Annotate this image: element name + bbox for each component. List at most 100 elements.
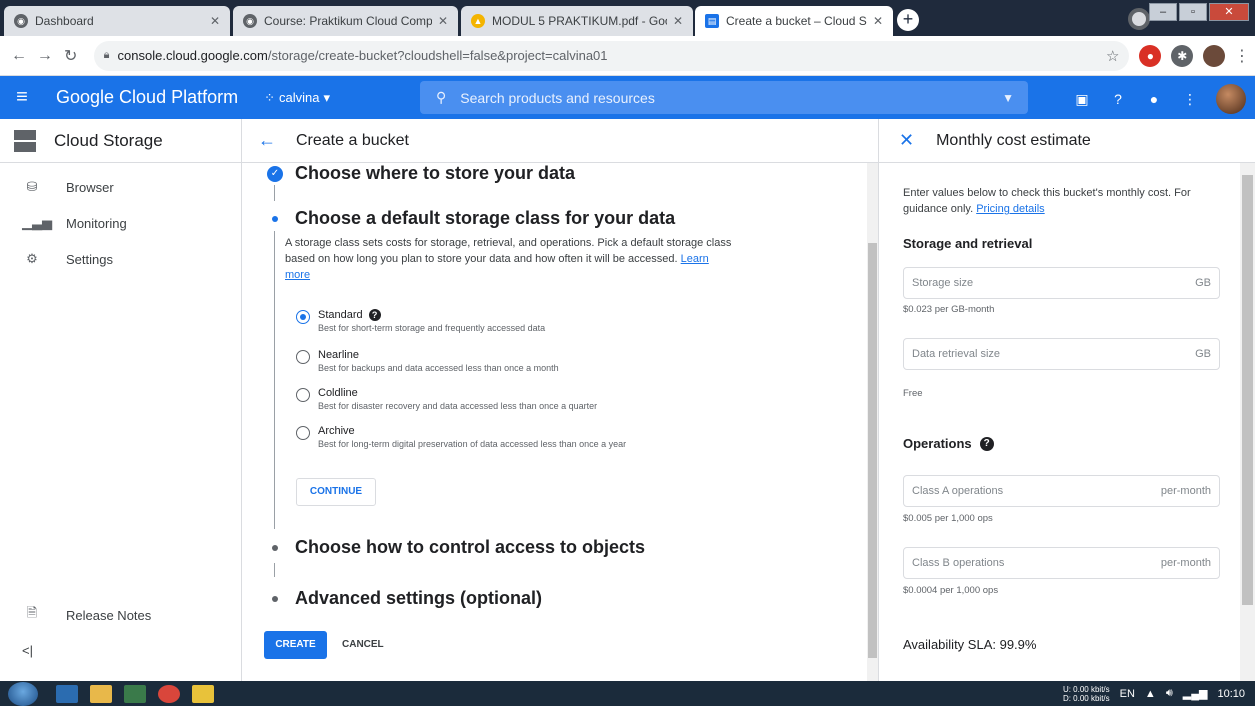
storage-size-hint: $0.023 per GB-month — [903, 304, 995, 315]
description-text: A storage class sets costs for storage, … — [285, 237, 732, 265]
main-scrollbar[interactable] — [867, 163, 878, 681]
reload-icon[interactable]: ↻ — [58, 46, 84, 66]
radio-button[interactable] — [296, 350, 310, 364]
sidebar-item-release-notes[interactable]: 🗎︎ Release Notes — [0, 597, 241, 633]
back-arrow-icon[interactable]: ← — [6, 47, 32, 65]
browser-avatar[interactable] — [1203, 44, 1226, 67]
close-icon[interactable]: ✕ — [899, 130, 914, 151]
browser-menu-icon[interactable]: ⋮ — [1229, 46, 1255, 66]
start-button[interactable] — [8, 681, 38, 706]
collapse-sidebar-button[interactable]: <| — [22, 643, 33, 658]
main-header: ← Create a bucket — [242, 119, 878, 163]
tab-label: Dashboard — [35, 14, 94, 28]
field-unit: GB — [1195, 277, 1211, 289]
notifications-icon[interactable]: ● — [1144, 91, 1164, 107]
data-retrieval-size-field[interactable]: Data retrieval size GB — [903, 338, 1220, 370]
url-path: /storage/create-bucket?cloudshell=false&… — [267, 48, 608, 63]
browser-tab-dashboard[interactable]: ◉ Dashboard ✕ — [4, 6, 230, 36]
close-icon[interactable]: ✕ — [210, 14, 220, 28]
storage-size-field[interactable]: Storage size GB — [903, 267, 1220, 299]
bucket-icon: ⛁ — [26, 179, 38, 194]
search-input[interactable]: ⚲ Search products and resources ▼ — [420, 81, 1028, 114]
volume-icon[interactable]: 🔊︎ — [1166, 687, 1173, 700]
sidebar-title: Cloud Storage — [54, 130, 163, 150]
sidebar-item-monitoring[interactable]: ▁▃▅ Monitoring — [0, 205, 241, 241]
download-speed: D: 0.00 kbit/s — [1062, 693, 1110, 703]
browser-tab-modul-pdf[interactable]: ▲ MODUL 5 PRAKTIKUM.pdf - Goo ✕ — [461, 6, 693, 36]
option-description: Best for disaster recovery and data acce… — [318, 401, 598, 411]
media-player-icon[interactable] — [56, 684, 78, 703]
tab-label: MODUL 5 PRAKTIKUM.pdf - Goo — [492, 14, 667, 28]
extension-abp-icon[interactable]: ● — [1139, 44, 1162, 67]
new-tab-button[interactable]: + — [897, 9, 919, 31]
step-connector — [274, 231, 275, 529]
class-a-operations-field[interactable]: Class A operations per-month — [903, 475, 1220, 507]
url-field[interactable]: 🔒︎ console.cloud.google.com/storage/crea… — [93, 40, 1130, 71]
chevron-down-icon[interactable]: ▼ — [1002, 91, 1014, 105]
field-placeholder: Class A operations — [912, 485, 1004, 497]
radio-button[interactable] — [296, 388, 310, 402]
clock[interactable]: 10:10 — [1217, 688, 1245, 700]
minimize-button[interactable]: – — [1149, 3, 1177, 21]
chevron-down-icon: ▾ — [323, 89, 330, 105]
radio-standard[interactable]: Standard? Best for short-term storage an… — [296, 309, 545, 333]
cloud-shell-icon[interactable]: ▣ — [1072, 91, 1092, 108]
step-access-control[interactable]: Choose how to control access to objects — [267, 537, 645, 558]
close-icon[interactable]: ✕ — [673, 14, 683, 28]
bookmark-star-icon[interactable]: ☆ — [1106, 47, 1119, 65]
sidebar-item-browser[interactable]: ⛁ Browser — [0, 169, 241, 205]
pricing-details-link[interactable]: Pricing details — [976, 203, 1044, 215]
more-vert-icon[interactable]: ⋮ — [1180, 91, 1200, 108]
browser-tab-create-bucket[interactable]: ▤ Create a bucket – Cloud Storage ✕ — [695, 6, 893, 36]
project-selector[interactable]: ⁘ calvina ▾ — [264, 90, 330, 106]
help-icon[interactable]: ? — [979, 436, 994, 451]
help-icon[interactable]: ? — [1108, 91, 1128, 107]
forward-arrow-icon[interactable]: → — [32, 47, 58, 65]
step-location[interactable]: ✓ Choose where to store your data — [267, 163, 575, 184]
continue-button[interactable]: CONTINUE — [296, 478, 376, 506]
sidebar-bottom: 🗎︎ Release Notes — [0, 597, 241, 633]
availability-sla: Availability SLA: 99.9% — [903, 637, 1037, 652]
option-name: Coldline — [318, 387, 358, 399]
step-advanced-settings[interactable]: Advanced settings (optional) — [267, 588, 542, 609]
browser-tab-course[interactable]: ◉ Course: Praktikum Cloud Compu ✕ — [233, 6, 458, 36]
chrome-icon[interactable] — [158, 684, 180, 703]
help-icon[interactable]: ? — [368, 309, 381, 321]
close-icon[interactable]: ✕ — [873, 14, 883, 28]
field-unit: GB — [1195, 348, 1211, 360]
scrollbar-thumb[interactable] — [868, 243, 877, 658]
header-actions: ▣ ? ● ⋮ — [1072, 84, 1246, 114]
file-explorer-icon[interactable] — [90, 684, 112, 703]
gcp-title[interactable]: Google Cloud Platform — [56, 87, 238, 108]
create-bucket-form: ✓ Choose where to store your data Choose… — [242, 163, 867, 681]
app-icon[interactable] — [124, 684, 146, 703]
window-close-button[interactable]: ✕ — [1209, 3, 1249, 21]
extensions-puzzle-icon[interactable]: ✱ — [1171, 44, 1194, 67]
radio-button[interactable] — [296, 426, 310, 440]
scrollbar-thumb[interactable] — [1242, 175, 1253, 605]
language-indicator[interactable]: EN — [1120, 688, 1135, 700]
warning-icon[interactable] — [192, 684, 214, 703]
close-icon[interactable]: ✕ — [438, 14, 448, 28]
sidebar: Cloud Storage ⛁ Browser ▁▃▅ Monitoring ⚙… — [0, 119, 242, 681]
browser-profile-icon[interactable] — [1128, 8, 1150, 30]
maximize-button[interactable]: ▫ — [1179, 3, 1207, 21]
class-b-operations-field[interactable]: Class B operations per-month — [903, 547, 1220, 579]
browser-tab-strip: ◉ Dashboard ✕ ◉ Course: Praktikum Cloud … — [0, 0, 1255, 36]
radio-archive[interactable]: Archive Best for long-term digital prese… — [296, 425, 626, 449]
data-retrieval-hint: Free — [903, 388, 923, 399]
cost-panel-scrollbar[interactable] — [1240, 163, 1255, 681]
cost-panel-title: Monthly cost estimate — [936, 131, 1091, 149]
back-arrow-icon[interactable]: ← — [258, 130, 276, 151]
sidebar-item-settings[interactable]: ⚙ Settings — [0, 241, 241, 277]
cancel-button[interactable]: CANCEL — [342, 631, 384, 659]
radio-nearline[interactable]: Nearline Best for backups and data acces… — [296, 349, 559, 373]
hamburger-menu-icon[interactable]: ≡ — [2, 86, 42, 109]
avatar[interactable] — [1216, 84, 1246, 114]
tray-expand-icon[interactable]: ▲ — [1145, 688, 1156, 700]
radio-coldline[interactable]: Coldline Best for disaster recovery and … — [296, 387, 597, 411]
radio-button[interactable] — [296, 310, 310, 324]
create-button[interactable]: CREATE — [264, 631, 327, 659]
signal-icon[interactable]: ▂▄▆ — [1183, 687, 1208, 700]
tab-label: Create a bucket – Cloud Storage — [726, 14, 867, 28]
